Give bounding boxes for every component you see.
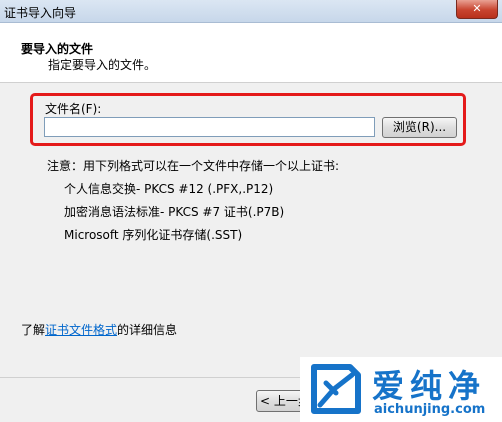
page-subtitle: 指定要导入的文件。 xyxy=(48,58,157,72)
close-button[interactable]: ✕ xyxy=(456,0,498,19)
close-icon: ✕ xyxy=(472,2,482,15)
aichunjing-logo-icon xyxy=(311,364,361,414)
cert-format-link[interactable]: 证书文件格式 xyxy=(45,323,117,337)
watermark: 爱纯净 aichunjing.com xyxy=(300,357,502,422)
wizard-header: 要导入的文件 指定要导入的文件。 xyxy=(0,23,502,83)
format-note: 注意：用下列格式可以在一个文件中存储一个以上证书: xyxy=(47,159,340,173)
format-item-pfx: 个人信息交换- PKCS #12 (.PFX,.P12) xyxy=(64,182,274,196)
file-name-label: 文件名(F): xyxy=(45,102,102,116)
file-name-input[interactable] xyxy=(44,117,375,137)
more-info-prefix: 了解 xyxy=(21,323,46,337)
watermark-url: aichunjing.com xyxy=(374,402,486,417)
window-title: 证书导入向导 xyxy=(4,6,77,20)
more-info-text: 了解证书文件格式的详细信息 xyxy=(21,321,177,338)
browse-button[interactable]: 浏览(R)... xyxy=(382,117,457,138)
more-info-suffix: 的详细信息 xyxy=(117,323,178,337)
page-title: 要导入的文件 xyxy=(21,42,94,56)
watermark-text: 爱纯净 xyxy=(372,367,487,405)
title-bar: 证书导入向导 ✕ xyxy=(0,0,502,23)
format-item-sst: Microsoft 序列化证书存储(.SST) xyxy=(64,228,243,242)
format-item-p7b: 加密消息语法标准- PKCS #7 证书(.P7B) xyxy=(64,205,285,219)
